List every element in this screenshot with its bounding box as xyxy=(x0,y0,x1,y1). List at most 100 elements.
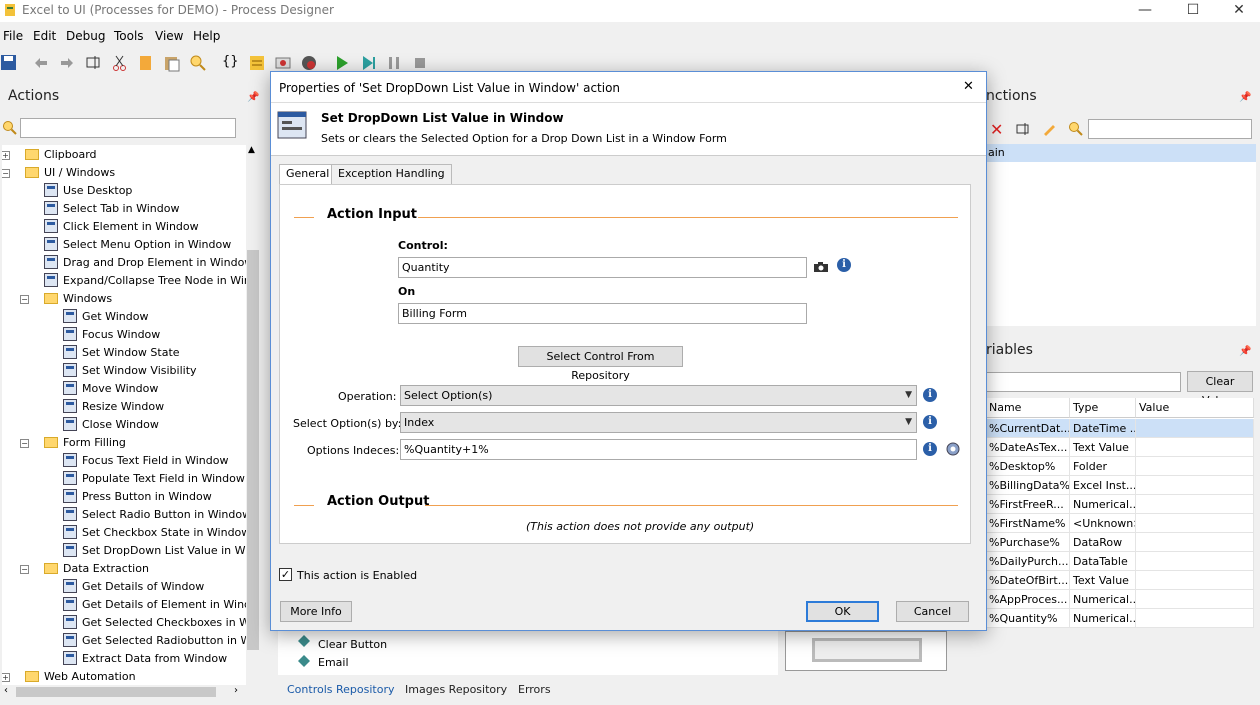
more-info-button[interactable]: More Info xyxy=(280,601,352,622)
table-cell[interactable]: DataTable xyxy=(1070,552,1136,571)
tree-action[interactable]: Select Menu Option in Window xyxy=(44,236,231,254)
tab-errors[interactable]: Errors xyxy=(518,683,551,696)
table-cell[interactable] xyxy=(1136,457,1254,476)
table-cell[interactable]: Numerical... xyxy=(1070,609,1136,628)
tree-action[interactable]: Focus Window xyxy=(63,326,160,344)
tree-action[interactable]: Set DropDown List Value in Window xyxy=(63,542,246,560)
tree-action[interactable]: Set Window Visibility xyxy=(63,362,197,380)
table-cell[interactable] xyxy=(1136,590,1254,609)
tree-action[interactable]: Close Window xyxy=(63,416,159,434)
tree-action[interactable]: Get Window xyxy=(63,308,148,326)
table-cell[interactable]: %DateAsTex... xyxy=(986,438,1070,457)
table-cell[interactable]: %Purchase% xyxy=(986,533,1070,552)
tree-action[interactable]: Expand/Collapse Tree Node in Window xyxy=(44,272,246,290)
expand-toggle-icon[interactable]: − xyxy=(20,565,29,574)
grid-header[interactable]: Type xyxy=(1070,398,1136,418)
table-cell[interactable]: DateTime ... xyxy=(1070,419,1136,438)
table-cell[interactable]: Numerical... xyxy=(1070,590,1136,609)
stop-icon[interactable] xyxy=(411,54,429,72)
menu-tools[interactable]: Tools xyxy=(114,29,144,43)
table-cell[interactable]: Text Value xyxy=(1070,571,1136,590)
info-icon[interactable]: i xyxy=(923,442,937,456)
functions-search-input[interactable] xyxy=(1088,119,1252,139)
select-control-button[interactable]: Select Control From Repository xyxy=(518,346,683,382)
menu-edit[interactable]: Edit xyxy=(33,29,56,43)
table-cell[interactable]: Numerical... xyxy=(1070,495,1136,514)
table-cell[interactable]: DataRow xyxy=(1070,533,1136,552)
menu-file[interactable]: File xyxy=(3,29,23,43)
scroll-left-icon[interactable]: ‹ xyxy=(4,685,8,696)
function-main[interactable]: ain xyxy=(986,144,1256,162)
search-icon[interactable] xyxy=(1068,121,1084,137)
indices-input[interactable]: %Quantity+1% xyxy=(400,439,917,460)
table-cell[interactable]: %Quantity% xyxy=(986,609,1070,628)
tree-folder[interactable]: Web Automation xyxy=(25,668,136,685)
tree-folder[interactable]: UI / Windows xyxy=(25,164,115,182)
pin-icon[interactable]: 📌 xyxy=(1239,346,1251,357)
maximize-icon[interactable]: ☐ xyxy=(1170,0,1216,22)
expand-toggle-icon[interactable]: − xyxy=(20,439,29,448)
web-record-icon[interactable] xyxy=(300,54,318,72)
scroll-up-icon[interactable]: ▲ xyxy=(248,145,255,155)
tree-action[interactable]: Select Radio Button in Window xyxy=(63,506,246,524)
control-input[interactable]: Quantity xyxy=(398,257,807,278)
on-input[interactable]: Billing Form xyxy=(398,303,807,324)
menu-view[interactable]: View xyxy=(155,29,183,43)
table-cell[interactable]: %BillingData% xyxy=(986,476,1070,495)
table-cell[interactable]: %Desktop% xyxy=(986,457,1070,476)
table-cell[interactable] xyxy=(1136,438,1254,457)
table-cell[interactable]: <Unknown> xyxy=(1070,514,1136,533)
variables-icon[interactable]: {} xyxy=(222,54,240,72)
notes-icon[interactable] xyxy=(248,54,266,72)
tab-exception-handling[interactable]: Exception Handling xyxy=(331,164,452,184)
scroll-right-icon[interactable]: › xyxy=(234,685,238,696)
pause-icon[interactable] xyxy=(385,54,403,72)
select-by-select[interactable]: Index ▼ xyxy=(400,412,917,433)
tree-action[interactable]: Extract Data from Window xyxy=(63,650,227,668)
table-cell[interactable]: %CurrentDat... xyxy=(986,419,1070,438)
table-cell[interactable] xyxy=(1136,476,1254,495)
rename-icon[interactable] xyxy=(85,54,103,72)
tree-action[interactable]: Select Tab in Window xyxy=(44,200,179,218)
tree-action[interactable]: Get Selected Checkboxes in Window xyxy=(63,614,246,632)
hscroll-thumb[interactable] xyxy=(16,687,216,697)
tab-general[interactable]: General xyxy=(279,164,337,185)
tree-action[interactable]: Use Desktop xyxy=(44,182,132,200)
repository-item[interactable]: Clear Button xyxy=(318,638,387,651)
tree-action[interactable]: Populate Text Field in Window xyxy=(63,470,245,488)
tree-action[interactable]: Get Details of Element in Window xyxy=(63,596,246,614)
step-run-icon[interactable] xyxy=(359,54,377,72)
table-cell[interactable] xyxy=(1136,495,1254,514)
menu-debug[interactable]: Debug xyxy=(66,29,105,43)
info-icon[interactable]: i xyxy=(923,388,937,402)
table-cell[interactable] xyxy=(1136,514,1254,533)
actions-search-input[interactable] xyxy=(20,118,236,138)
tree-action[interactable]: Set Window State xyxy=(63,344,180,362)
close-icon[interactable]: ✕ xyxy=(963,79,974,94)
ok-button[interactable]: OK xyxy=(806,601,879,622)
undo-icon[interactable] xyxy=(32,54,50,72)
table-cell[interactable] xyxy=(1136,571,1254,590)
rename-icon[interactable] xyxy=(1016,121,1032,137)
table-cell[interactable]: Text Value xyxy=(1070,438,1136,457)
menu-help[interactable]: Help xyxy=(193,29,220,43)
actions-scrollbar[interactable]: ▲ xyxy=(246,145,260,685)
table-cell[interactable] xyxy=(1136,533,1254,552)
tree-folder[interactable]: Data Extraction xyxy=(44,560,149,578)
pin-icon[interactable]: 📌 xyxy=(247,92,259,103)
table-cell[interactable]: %FirstFreeR... xyxy=(986,495,1070,514)
expand-toggle-icon[interactable]: + xyxy=(2,673,10,682)
grid-header[interactable]: Name xyxy=(986,398,1070,418)
pencil-icon[interactable] xyxy=(1042,121,1058,137)
info-icon[interactable]: i xyxy=(837,258,851,272)
tree-folder[interactable]: Clipboard xyxy=(25,146,97,164)
tree-action[interactable]: Focus Text Field in Window xyxy=(63,452,228,470)
gear-icon[interactable] xyxy=(945,441,961,457)
operation-select[interactable]: Select Option(s) ▼ xyxy=(400,385,917,406)
minimize-icon[interactable]: — xyxy=(1122,0,1168,22)
enabled-checkbox[interactable]: ✓ xyxy=(279,568,292,581)
clear-values-button[interactable]: Clear Values xyxy=(1187,371,1253,407)
record-icon[interactable] xyxy=(274,54,292,72)
redo-icon[interactable] xyxy=(58,54,76,72)
paste-icon[interactable] xyxy=(163,54,181,72)
